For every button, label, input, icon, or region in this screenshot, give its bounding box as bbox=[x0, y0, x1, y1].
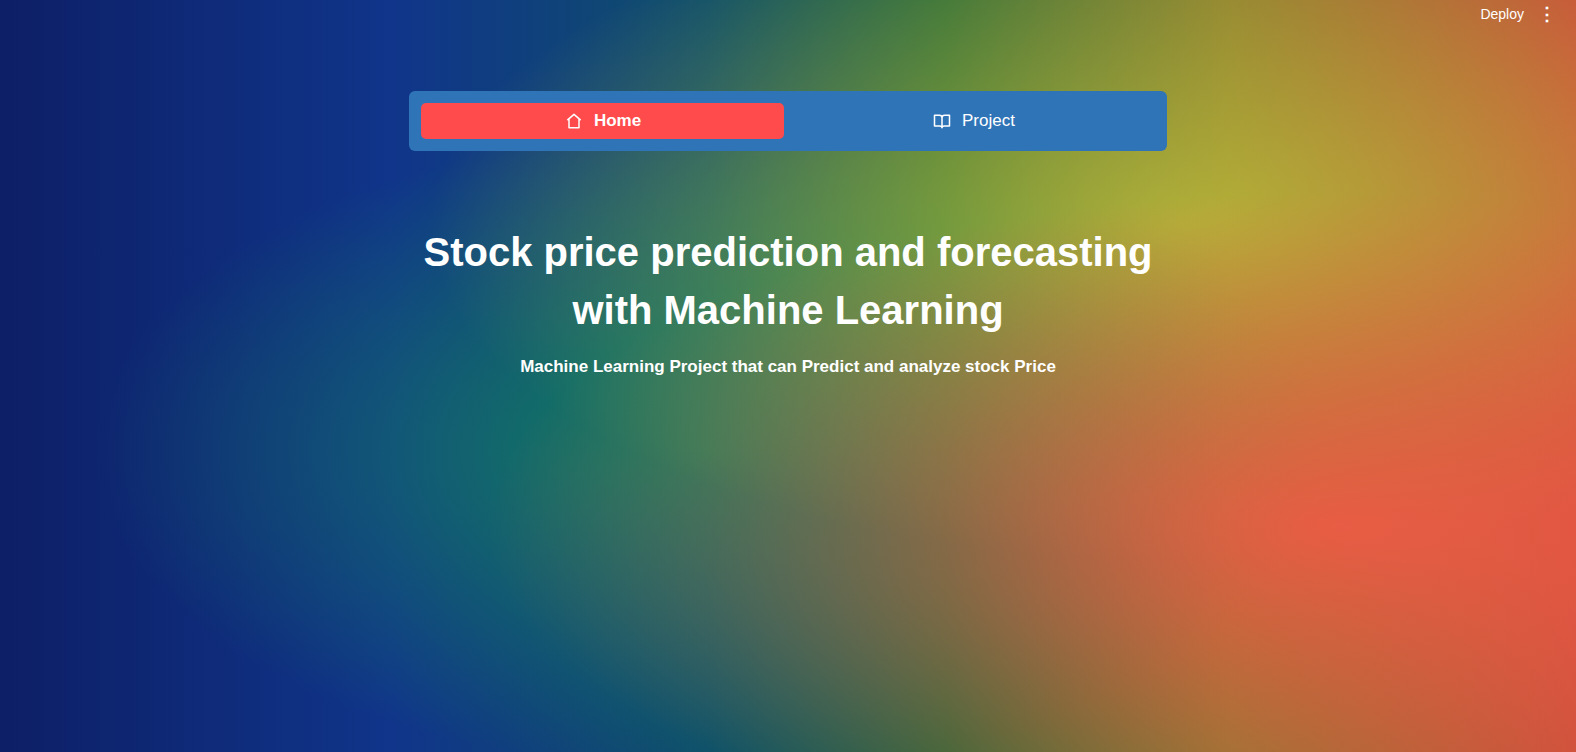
main-content: HomeProject Stock price prediction and fo… bbox=[0, 25, 1576, 377]
main-menu-button[interactable]: ⋮ bbox=[1538, 3, 1556, 25]
hero-title: Stock price prediction and forecasting w… bbox=[408, 223, 1168, 339]
page: Deploy ⋮ HomeProject Stock price prediction… bbox=[0, 0, 1576, 752]
home-icon bbox=[564, 111, 584, 131]
book-icon bbox=[932, 111, 952, 131]
deploy-button[interactable]: Deploy bbox=[1480, 6, 1524, 22]
hero-subtitle: Machine Learning Project that can Predic… bbox=[520, 357, 1056, 377]
nav-tab[interactable]: Project bbox=[792, 103, 1155, 139]
nav-bar: HomeProject bbox=[409, 91, 1167, 151]
nav-tab[interactable]: Home bbox=[421, 103, 784, 139]
toolbar: Deploy ⋮ bbox=[0, 0, 1576, 25]
